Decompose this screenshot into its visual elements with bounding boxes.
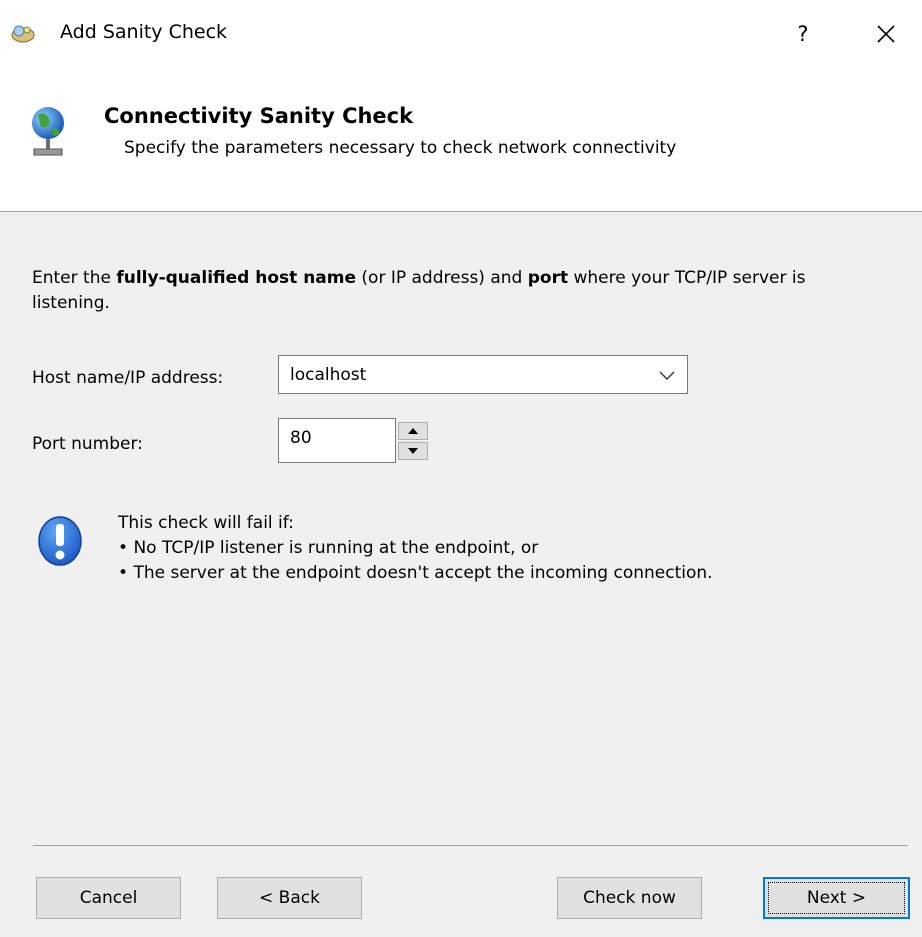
intro-text-part: Enter the <box>32 268 117 288</box>
arrow-down-icon <box>408 448 418 454</box>
network-globe-icon <box>32 107 64 156</box>
intro-text-bold: port <box>527 268 569 288</box>
info-bullet-1: • No TCP/IP listener is running at the e… <box>118 538 539 558</box>
host-combobox[interactable]: localhost <box>278 355 688 394</box>
close-icon <box>877 25 895 43</box>
back-button[interactable]: < Back <box>217 877 362 919</box>
port-input[interactable]: 80 <box>278 418 396 463</box>
info-bullet-text: The server at the endpoint doesn't accep… <box>133 563 713 583</box>
info-bullet-text: No TCP/IP listener is running at the end… <box>133 538 539 558</box>
spin-up-button[interactable] <box>398 422 428 440</box>
info-heading: This check will fail if: <box>118 513 294 533</box>
intro-text: Enter the fully-qualified host name (or … <box>32 266 872 316</box>
window-title: Add Sanity Check <box>60 21 228 43</box>
sanity-check-app-icon <box>11 25 35 43</box>
info-bullet-2: • The server at the endpoint doesn't acc… <box>118 563 713 583</box>
focus-rectangle <box>768 882 905 914</box>
intro-text-bold: fully-qualified host name <box>116 268 357 288</box>
intro-text-part: (or IP address) and <box>356 268 528 288</box>
host-value[interactable]: localhost <box>290 365 366 385</box>
page-title: Connectivity Sanity Check <box>104 104 414 128</box>
title-bar: Add Sanity Check ? <box>0 0 922 68</box>
footer-divider <box>33 845 908 846</box>
cancel-button[interactable]: Cancel <box>36 877 181 919</box>
wizard-header: Connectivity Sanity Check Specify the pa… <box>0 68 922 212</box>
info-message: This check will fail if: • No TCP/IP lis… <box>118 511 713 586</box>
page-subtitle: Specify the parameters necessary to chec… <box>124 138 677 158</box>
arrow-up-icon <box>408 428 418 434</box>
help-button[interactable]: ? <box>785 16 821 52</box>
info-exclamation-icon <box>38 516 82 566</box>
chevron-down-icon[interactable] <box>657 365 677 385</box>
port-value[interactable]: 80 <box>290 428 312 448</box>
next-button[interactable]: Next > <box>763 877 910 919</box>
host-label: Host name/IP address: <box>32 368 224 388</box>
spin-down-button[interactable] <box>398 442 428 460</box>
check-now-button[interactable]: Check now <box>557 877 702 919</box>
close-button[interactable] <box>864 16 908 52</box>
port-label: Port number: <box>32 434 143 454</box>
port-spinner <box>396 418 432 463</box>
